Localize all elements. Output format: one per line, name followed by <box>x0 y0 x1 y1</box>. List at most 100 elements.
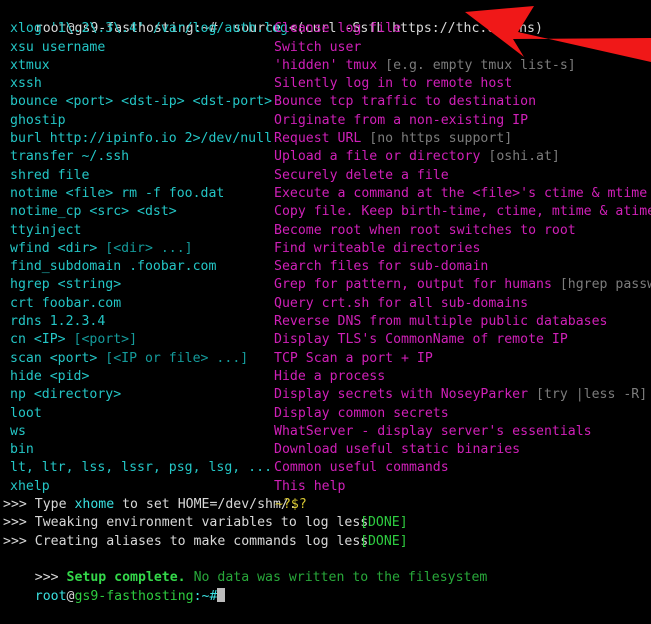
prompt-line-top: root@gs9-fasthosting:~# source <(curl -S… <box>0 2 651 36</box>
command-text: crt foobar.com <box>10 295 122 311</box>
description-text: Query crt.sh for all sub-domains <box>274 295 529 311</box>
help-row: ttyinject Become root when root switches … <box>0 222 651 240</box>
description-text: TCP Scan a port + IP <box>274 350 433 366</box>
help-row: crt foobar.com Query crt.sh for all sub-d… <box>0 295 651 313</box>
description-cell: Silently log in to remote host <box>274 75 512 93</box>
command-text: wfind <dir> <box>10 240 106 256</box>
help-row: xlog '1\.2\.3\.4' /var/log/auth.log Clean… <box>0 20 651 38</box>
description-cell: Find writeable directories <box>274 240 480 258</box>
help-row: xhelp This help <box>0 478 651 496</box>
command-cell: lt, ltr, lss, lssr, psg, lsg, ... <box>10 459 272 477</box>
command-text: ttyinject <box>10 222 82 238</box>
description-text: 'hidden' tmux <box>274 57 386 73</box>
help-row: transfer ~/.ssh Upload a file or director… <box>0 148 651 166</box>
description-hint: [e.g. empty tmux list-s] <box>385 57 576 73</box>
command-text: np <directory> <box>10 387 122 403</box>
status-line: >>> Tweaking environment variables to lo… <box>0 514 651 532</box>
command-cell: shred file <box>10 167 89 185</box>
command-cell: find_subdomain .foobar.com <box>10 258 216 276</box>
description-hint: [oshi.at] <box>488 149 560 165</box>
command-cell: cn <IP> [<port>] <box>10 331 137 349</box>
description-cell: Request URL [no https support] <box>274 130 512 148</box>
description-cell: Display common secrets <box>274 405 449 423</box>
description-cell: WhatServer - display server's essentials <box>274 423 592 441</box>
status-marker: >>> <box>3 515 35 531</box>
description-cell: Display secrets with NoseyParker [try |l… <box>274 386 647 404</box>
command-text: burl http://ipinfo.io 2>/dev/null <box>10 131 273 147</box>
description-text: Display common secrets <box>274 405 449 421</box>
help-row: wfind <dir> [<dir> ...] Find writeable di… <box>0 240 651 258</box>
status-text: Type <box>34 497 75 513</box>
status-highlight: xhome <box>74 497 115 513</box>
command-hint: [<port>] <box>73 332 138 348</box>
command-cell: notime_cp <src> <dst> <box>10 203 177 221</box>
command-text: xlog '1\.2\.3\.4' /var/log/auth.log <box>10 21 288 37</box>
help-row: burl http://ipinfo.io 2>/dev/null Request… <box>0 130 651 148</box>
command-cell: notime <file> rm -f foo.dat <box>10 185 224 203</box>
command-text: ws <box>10 423 26 439</box>
command-help-table: xlog '1\.2\.3\.4' /var/log/auth.log Clean… <box>0 20 651 496</box>
command-text: lt, ltr, lss, lssr, psg, lsg, ... <box>10 460 273 476</box>
command-hint: [<dir> ...] <box>105 240 193 256</box>
status-marker: >>> <box>3 497 35 513</box>
description-text: Cleanse log file <box>274 21 402 37</box>
description-cell: Copy file. Keep birth-time, ctime, mtime… <box>274 203 651 221</box>
command-cell: xssh <box>10 75 42 93</box>
prompt-line-bottom[interactable]: root@gs9-fasthosting:~# <box>0 569 651 604</box>
command-text: xssh <box>10 76 42 92</box>
command-text: loot <box>10 405 42 421</box>
description-text: Grep for pattern, output for humans <box>274 277 560 293</box>
command-cell: bin <box>10 441 34 459</box>
status-text-tail: to set HOME=/dev/shm/. <box>114 497 297 513</box>
help-row: loot Display common secrets <box>0 405 651 423</box>
prompt-at-bottom: @ <box>66 588 75 604</box>
help-row: bounce <port> <dst-ip> <dst-port> Bounce … <box>0 93 651 111</box>
status-marker: >>> <box>3 533 35 549</box>
command-cell: transfer ~/.ssh <box>10 148 129 166</box>
command-cell: ghostip <box>10 112 66 130</box>
description-text: Execute a command at the <file>'s ctime … <box>274 185 648 201</box>
status-done-badge: [DONE] <box>360 515 408 531</box>
description-hint: [hgrep password] <box>559 277 651 293</box>
command-cell: loot <box>10 405 42 423</box>
command-text: shred file <box>10 167 90 183</box>
command-cell: bounce <port> <dst-ip> <dst-port> <box>10 93 272 111</box>
description-text: Display TLS's CommonName of remote IP <box>274 332 568 348</box>
help-row: ws WhatServer - display server's essentia… <box>0 423 651 441</box>
command-cell: ws <box>10 423 26 441</box>
description-cell: Securely delete a file <box>274 167 449 185</box>
command-text: xsu username <box>10 39 106 55</box>
prompt-path-bottom: :~# <box>193 588 218 604</box>
command-text: xtmux <box>10 57 50 73</box>
help-row: notime_cp <src> <dst> Copy file. Keep bir… <box>0 203 651 221</box>
description-cell: This help <box>274 478 345 496</box>
command-text: scan <port> <box>10 350 106 366</box>
command-cell: hgrep <string> <box>10 276 121 294</box>
status-text: Tweaking environment variables to log le… <box>34 515 369 531</box>
terminal-window[interactable]: root@gs9-fasthosting:~# source <(curl -S… <box>0 0 651 604</box>
text-cursor <box>217 587 225 602</box>
command-text: bounce <port> <dst-ip> <dst-port> <box>10 94 273 110</box>
status-messages: >>> Type xhome to set HOME=/dev/shm/. ~?$… <box>0 496 651 551</box>
help-row: lt, ltr, lss, lssr, psg, lsg, ... Common … <box>0 459 651 477</box>
description-text: Silently log in to remote host <box>274 76 513 92</box>
help-row: np <directory> Display secrets with Nosey… <box>0 386 651 404</box>
command-text: cn <IP> <box>10 332 74 348</box>
description-text: Request URL <box>274 131 370 147</box>
command-cell: scan <port> [<IP or file> ...] <box>10 350 248 368</box>
command-text: notime <file> rm -f foo.dat <box>10 185 225 201</box>
command-text: transfer ~/.ssh <box>10 149 130 165</box>
description-text: Common useful commands <box>274 460 449 476</box>
description-cell: Bounce tcp traffic to destination <box>274 93 536 111</box>
description-cell: Grep for pattern, output for humans [hgr… <box>274 276 651 294</box>
description-cell: Download useful static binaries <box>274 441 520 459</box>
command-cell: xlog '1\.2\.3\.4' /var/log/auth.log <box>10 20 288 38</box>
description-cell: TCP Scan a port + IP <box>274 350 433 368</box>
command-text: notime_cp <src> <dst> <box>10 204 177 220</box>
command-cell: wfind <dir> [<dir> ...] <box>10 240 193 258</box>
description-cell: Common useful commands <box>274 459 449 477</box>
command-cell: xtmux <box>10 57 50 75</box>
description-text: Search files for sub-domain <box>274 259 489 275</box>
description-hint: [try |less -R] <box>536 387 648 403</box>
help-row: xssh Silently log in to remote host <box>0 75 651 93</box>
